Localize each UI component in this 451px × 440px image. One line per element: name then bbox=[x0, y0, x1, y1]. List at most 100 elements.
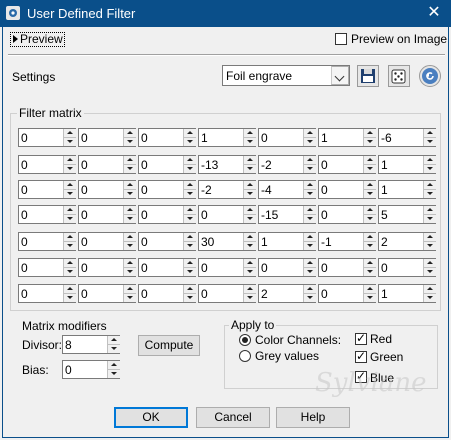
spin-down-icon[interactable] bbox=[63, 268, 76, 276]
spin-up-icon[interactable] bbox=[303, 129, 316, 138]
spin-down-icon[interactable] bbox=[123, 215, 136, 223]
matrix-cell-spinbox[interactable]: 0 bbox=[318, 258, 376, 277]
chevron-down-icon[interactable] bbox=[331, 66, 349, 85]
spin-down-icon[interactable] bbox=[183, 165, 196, 173]
matrix-cell-spinbox[interactable]: 0 bbox=[78, 258, 136, 277]
spin-up-icon[interactable] bbox=[107, 361, 120, 370]
matrix-cell-spinbox[interactable]: 0 bbox=[138, 258, 196, 277]
spin-down-icon[interactable] bbox=[303, 294, 316, 302]
spin-down-icon[interactable] bbox=[423, 165, 436, 173]
compute-button[interactable]: Compute bbox=[138, 335, 200, 356]
spin-down-icon[interactable] bbox=[107, 370, 120, 378]
spin-up-icon[interactable] bbox=[363, 206, 376, 215]
spin-up-icon[interactable] bbox=[63, 233, 76, 242]
spin-up-icon[interactable] bbox=[423, 285, 436, 294]
cancel-button[interactable]: Cancel bbox=[196, 407, 270, 428]
spin-down-icon[interactable] bbox=[423, 242, 436, 250]
spin-down-icon[interactable] bbox=[423, 138, 436, 146]
spin-down-icon[interactable] bbox=[363, 215, 376, 223]
matrix-cell-spinbox[interactable]: 2 bbox=[258, 284, 316, 303]
spin-up-icon[interactable] bbox=[423, 233, 436, 242]
matrix-cell-spinbox[interactable]: 5 bbox=[378, 205, 436, 224]
preview-toggle[interactable]: Preview bbox=[10, 32, 65, 47]
matrix-cell-spinbox[interactable]: 0 bbox=[198, 258, 256, 277]
preset-dropdown[interactable]: Foil engrave bbox=[222, 65, 350, 86]
spin-down-icon[interactable] bbox=[363, 190, 376, 198]
spin-down-icon[interactable] bbox=[303, 215, 316, 223]
spin-up-icon[interactable] bbox=[363, 181, 376, 190]
spin-up-icon[interactable] bbox=[123, 181, 136, 190]
spin-down-icon[interactable] bbox=[63, 294, 76, 302]
help-button[interactable]: Help bbox=[276, 407, 350, 428]
spin-up-icon[interactable] bbox=[63, 156, 76, 165]
matrix-cell-spinbox[interactable]: -6 bbox=[378, 128, 436, 147]
spin-down-icon[interactable] bbox=[363, 138, 376, 146]
bias-spinbox[interactable]: 0 bbox=[62, 360, 120, 379]
preview-on-image-checkbox[interactable] bbox=[335, 33, 347, 45]
spin-up-icon[interactable] bbox=[107, 336, 120, 345]
spin-down-icon[interactable] bbox=[243, 268, 256, 276]
matrix-cell-spinbox[interactable]: 0 bbox=[18, 258, 76, 277]
spin-up-icon[interactable] bbox=[303, 181, 316, 190]
matrix-cell-spinbox[interactable]: -2 bbox=[258, 155, 316, 174]
spin-up-icon[interactable] bbox=[183, 206, 196, 215]
matrix-cell-spinbox[interactable]: 1 bbox=[198, 128, 256, 147]
spin-up-icon[interactable] bbox=[183, 129, 196, 138]
matrix-cell-spinbox[interactable]: 0 bbox=[78, 128, 136, 147]
spin-down-icon[interactable] bbox=[243, 215, 256, 223]
spin-up-icon[interactable] bbox=[423, 181, 436, 190]
spin-up-icon[interactable] bbox=[63, 181, 76, 190]
matrix-cell-spinbox[interactable]: 0 bbox=[138, 232, 196, 251]
spin-up-icon[interactable] bbox=[423, 206, 436, 215]
spin-down-icon[interactable] bbox=[363, 268, 376, 276]
save-preset-button[interactable] bbox=[357, 65, 379, 87]
spin-up-icon[interactable] bbox=[363, 233, 376, 242]
matrix-cell-spinbox[interactable]: 0 bbox=[78, 180, 136, 199]
matrix-cell-spinbox[interactable]: 0 bbox=[258, 128, 316, 147]
matrix-cell-spinbox[interactable]: 1 bbox=[378, 180, 436, 199]
spin-up-icon[interactable] bbox=[243, 259, 256, 268]
matrix-cell-spinbox[interactable]: 0 bbox=[318, 284, 376, 303]
spin-down-icon[interactable] bbox=[63, 242, 76, 250]
matrix-cell-spinbox[interactable]: 30 bbox=[198, 232, 256, 251]
spin-up-icon[interactable] bbox=[123, 129, 136, 138]
matrix-cell-spinbox[interactable]: 0 bbox=[318, 180, 376, 199]
spin-down-icon[interactable] bbox=[303, 165, 316, 173]
matrix-cell-spinbox[interactable]: 0 bbox=[78, 205, 136, 224]
matrix-cell-spinbox[interactable]: 0 bbox=[18, 232, 76, 251]
grey-values-radio[interactable] bbox=[239, 350, 251, 362]
matrix-cell-spinbox[interactable]: 0 bbox=[138, 180, 196, 199]
divisor-spinbox[interactable]: 8 bbox=[62, 335, 120, 354]
spin-down-icon[interactable] bbox=[423, 215, 436, 223]
spin-up-icon[interactable] bbox=[183, 285, 196, 294]
matrix-cell-spinbox[interactable]: 0 bbox=[18, 180, 76, 199]
red-checkbox[interactable] bbox=[355, 331, 367, 345]
matrix-cell-spinbox[interactable]: 0 bbox=[198, 205, 256, 224]
spin-up-icon[interactable] bbox=[363, 285, 376, 294]
spin-down-icon[interactable] bbox=[243, 138, 256, 146]
spin-down-icon[interactable] bbox=[183, 268, 196, 276]
spin-down-icon[interactable] bbox=[123, 268, 136, 276]
spin-up-icon[interactable] bbox=[243, 285, 256, 294]
spin-up-icon[interactable] bbox=[243, 181, 256, 190]
spin-up-icon[interactable] bbox=[123, 233, 136, 242]
spin-down-icon[interactable] bbox=[423, 190, 436, 198]
spin-up-icon[interactable] bbox=[123, 156, 136, 165]
spin-down-icon[interactable] bbox=[243, 165, 256, 173]
spin-up-icon[interactable] bbox=[363, 129, 376, 138]
spin-up-icon[interactable] bbox=[183, 156, 196, 165]
matrix-cell-spinbox[interactable]: 0 bbox=[138, 284, 196, 303]
spin-down-icon[interactable] bbox=[423, 268, 436, 276]
spin-down-icon[interactable] bbox=[107, 345, 120, 353]
spin-down-icon[interactable] bbox=[123, 138, 136, 146]
spin-up-icon[interactable] bbox=[363, 259, 376, 268]
spin-down-icon[interactable] bbox=[243, 294, 256, 302]
spin-up-icon[interactable] bbox=[243, 233, 256, 242]
matrix-cell-spinbox[interactable]: 0 bbox=[198, 284, 256, 303]
spin-down-icon[interactable] bbox=[183, 190, 196, 198]
matrix-cell-spinbox[interactable]: 0 bbox=[318, 155, 376, 174]
matrix-cell-spinbox[interactable]: 1 bbox=[378, 155, 436, 174]
spin-down-icon[interactable] bbox=[63, 138, 76, 146]
spin-up-icon[interactable] bbox=[303, 206, 316, 215]
spin-down-icon[interactable] bbox=[183, 294, 196, 302]
